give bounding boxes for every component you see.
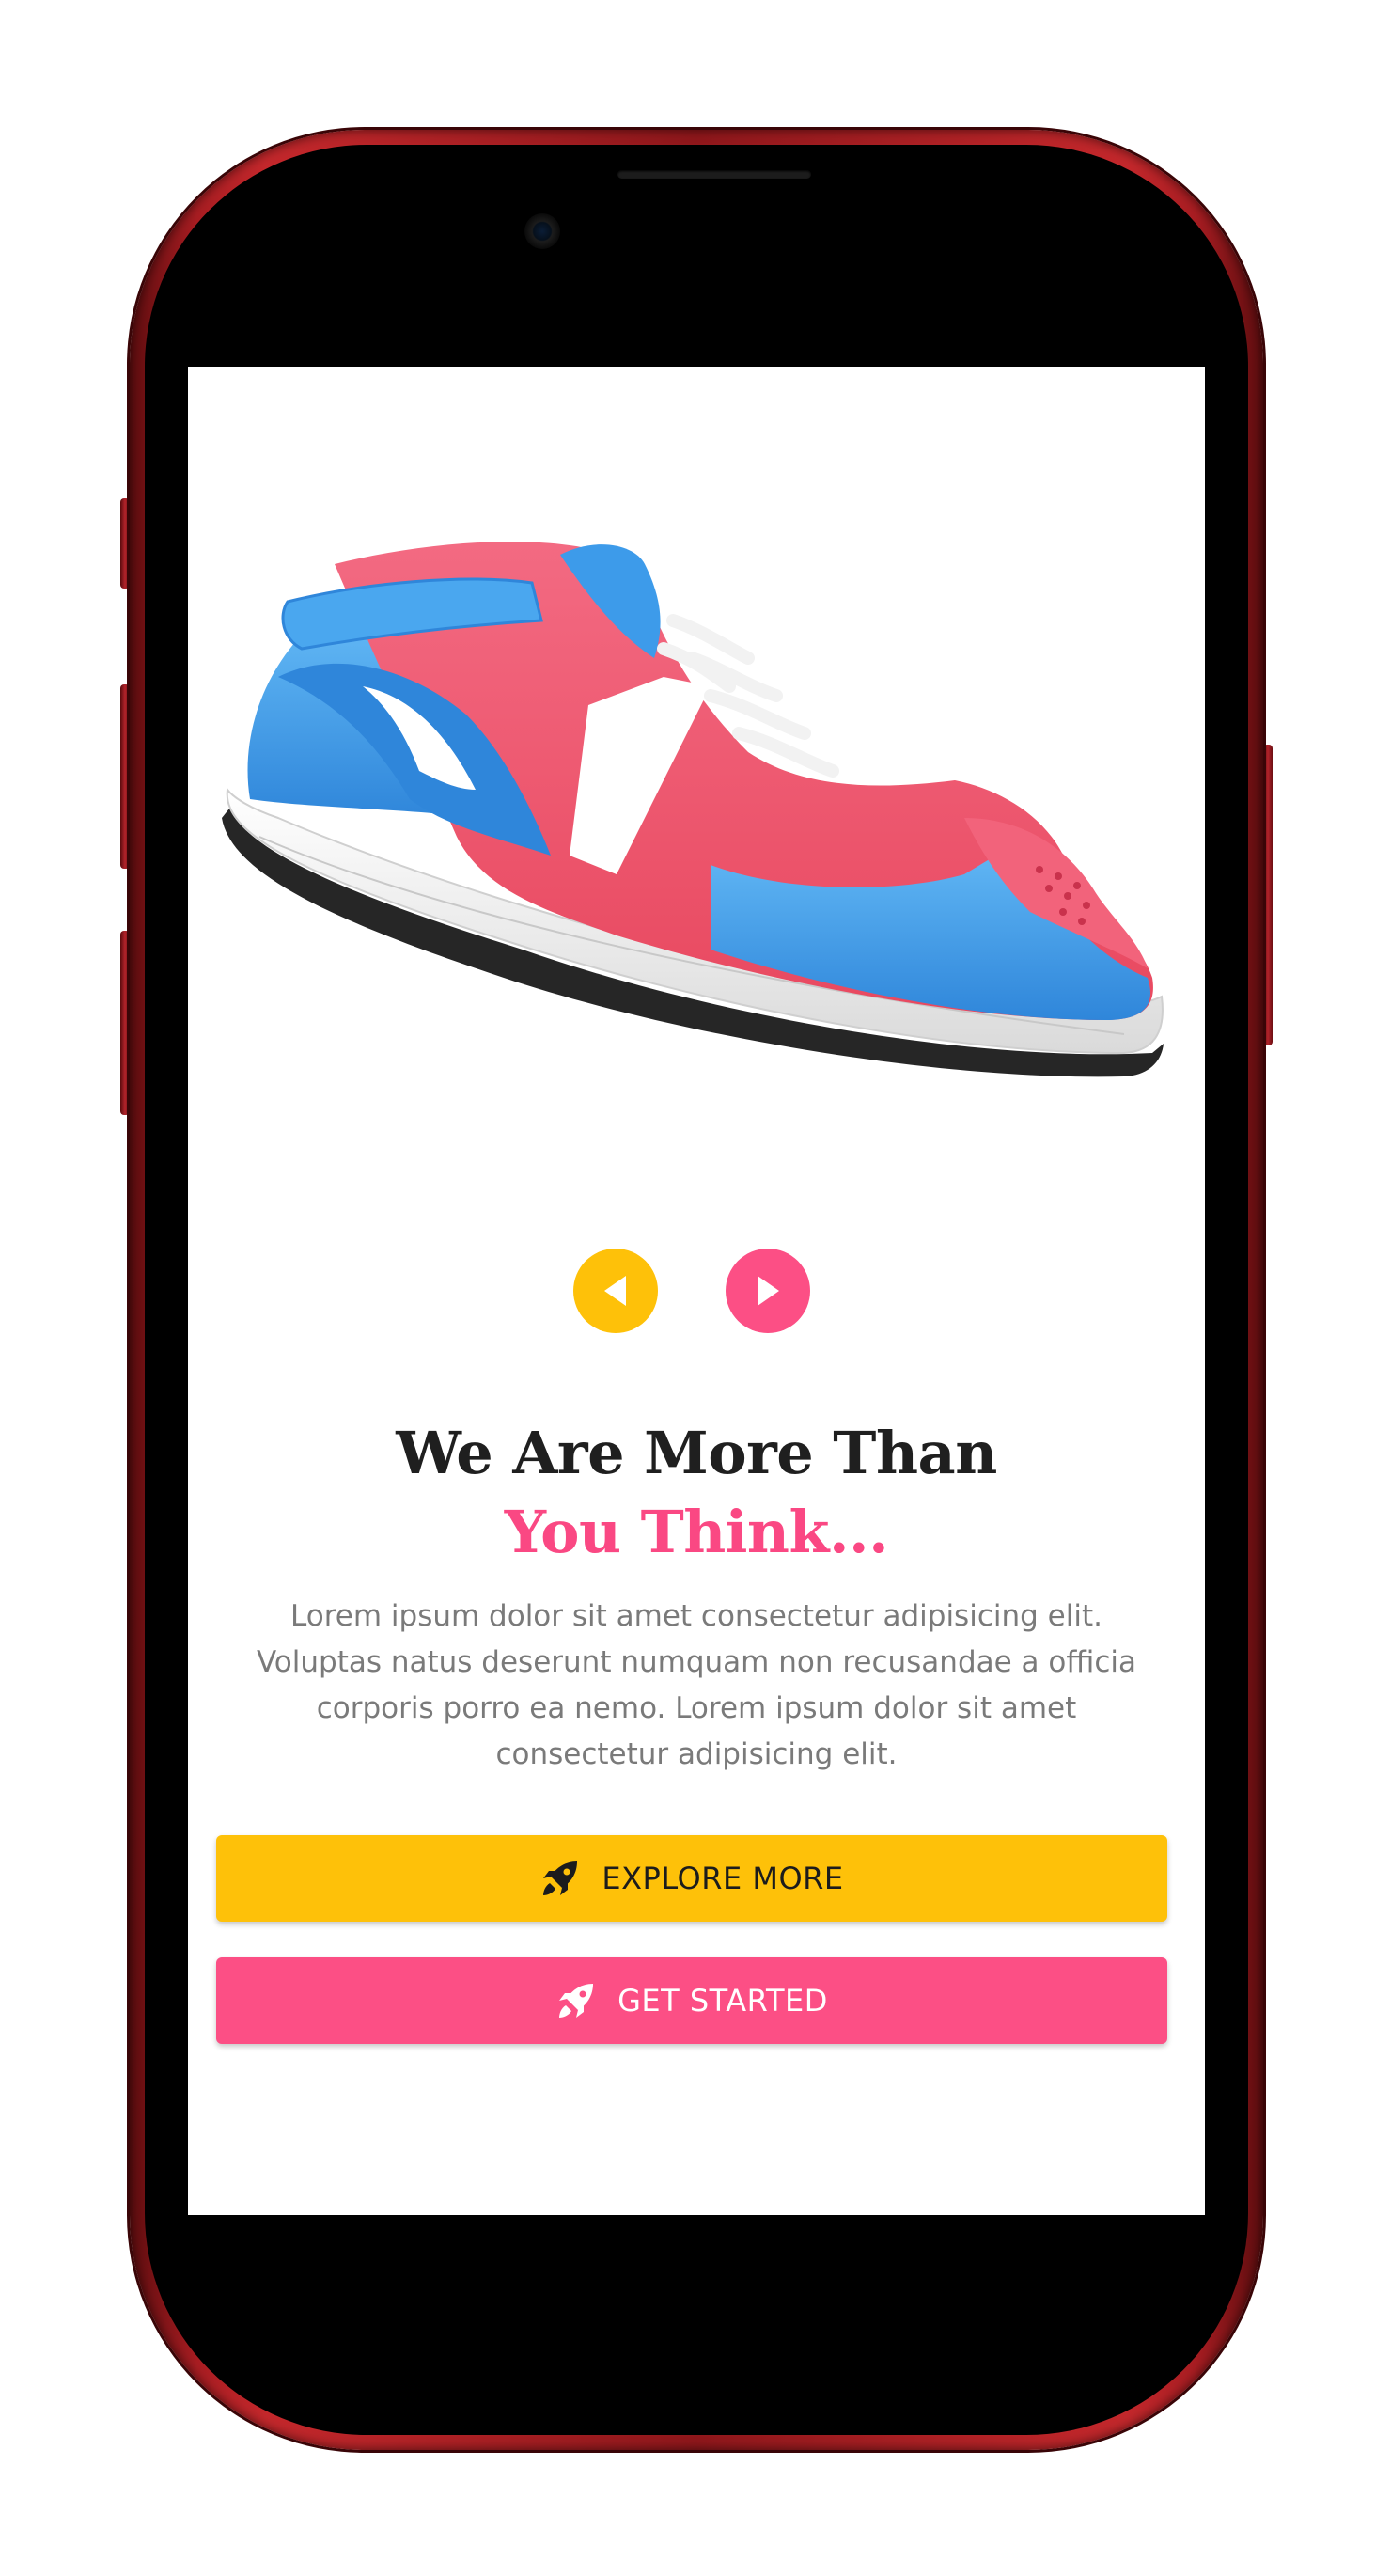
- app-screen: We Are More Than You Think... Lorem ipsu…: [188, 367, 1205, 2215]
- volume-down-button: [120, 931, 130, 1115]
- sneaker-illustration: [222, 542, 1164, 1077]
- rocket-icon: [559, 1984, 594, 2018]
- get-started-label: GET STARTED: [617, 1983, 828, 2018]
- headline: We Are More Than You Think...: [188, 1414, 1205, 1572]
- volume-up-button: [120, 684, 130, 869]
- description-text: Lorem ipsum dolor sit amet consectetur a…: [257, 1599, 1136, 1771]
- previous-button[interactable]: [573, 1249, 658, 1333]
- get-started-button[interactable]: GET STARTED: [216, 1957, 1167, 2044]
- front-camera-icon: [524, 213, 560, 249]
- explore-more-label: EXPLORE MORE: [602, 1861, 844, 1896]
- speaker-grille: [617, 170, 811, 179]
- headline-line-2: You Think...: [504, 1498, 889, 1566]
- caret-right-icon: [758, 1276, 779, 1306]
- explore-more-button[interactable]: EXPLORE MORE: [216, 1835, 1167, 1922]
- carousel-nav: [188, 1249, 1205, 1333]
- next-button[interactable]: [726, 1249, 810, 1333]
- power-button: [1263, 745, 1273, 1045]
- rocket-icon: [543, 1861, 578, 1895]
- sneaker-image: [222, 508, 1171, 1091]
- page: We Are More Than You Think... Lorem ipsu…: [0, 0, 1391, 2576]
- silent-switch: [120, 498, 130, 589]
- headline-line-1: We Are More Than: [396, 1419, 997, 1487]
- caret-left-icon: [604, 1276, 626, 1306]
